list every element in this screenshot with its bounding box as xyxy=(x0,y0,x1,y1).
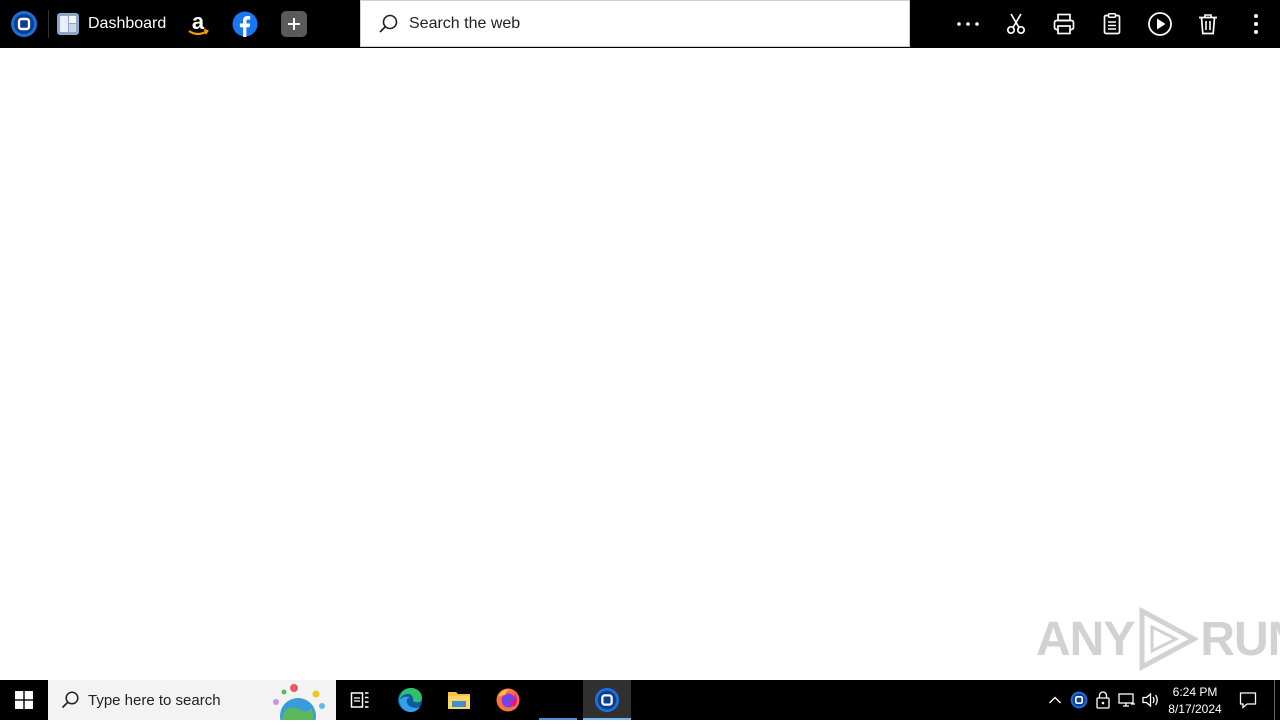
menu-button[interactable] xyxy=(1242,10,1270,38)
taskbar-search-box[interactable]: Type here to search xyxy=(48,680,336,725)
dashboard-icon xyxy=(56,12,80,36)
watermark-text-right: RUN xyxy=(1200,612,1280,666)
file-explorer-icon xyxy=(447,689,471,711)
amazon-favorite-button[interactable]: a xyxy=(184,10,212,38)
file-explorer-taskbar-button[interactable] xyxy=(435,680,483,720)
print-button[interactable] xyxy=(1050,10,1078,38)
plus-icon xyxy=(287,17,301,31)
page-content xyxy=(0,48,1280,680)
new-tab-button[interactable] xyxy=(281,11,307,37)
facebook-favorite-button[interactable] xyxy=(231,10,259,38)
start-button[interactable] xyxy=(0,680,48,720)
task-view-button[interactable] xyxy=(336,680,384,720)
tray-app-button[interactable] xyxy=(1068,680,1090,720)
edge-taskbar-button[interactable] xyxy=(386,680,434,720)
windows-taskbar: Type here to search 6:24 PM 8/17/2024 xyxy=(0,680,1280,725)
network-icon xyxy=(1118,692,1136,708)
firefox-icon xyxy=(495,687,521,713)
app-logo-icon xyxy=(594,687,620,713)
clock-time: 6:24 PM xyxy=(1172,685,1218,699)
web-search-box[interactable] xyxy=(360,0,910,47)
more-button[interactable] xyxy=(954,10,982,38)
tab-label: Dashboard xyxy=(88,15,167,32)
notification-icon xyxy=(1239,691,1257,709)
anyrun-watermark: ANY RUN xyxy=(1036,606,1280,672)
delete-button[interactable] xyxy=(1194,10,1222,38)
amazon-icon: a xyxy=(184,10,212,38)
running-window-button[interactable] xyxy=(537,680,579,720)
search-highlight-globe-icon xyxy=(260,682,332,725)
kebab-menu-icon xyxy=(1242,10,1270,38)
print-icon xyxy=(1052,12,1076,36)
trash-icon xyxy=(1196,12,1220,36)
search-icon xyxy=(60,690,80,710)
play-icon xyxy=(1147,11,1173,37)
svg-text:a: a xyxy=(192,10,205,34)
scissors-icon xyxy=(1004,12,1028,36)
volume-button[interactable] xyxy=(1140,680,1162,720)
toolbar-divider xyxy=(48,10,49,38)
windows-logo-icon xyxy=(15,691,33,709)
watermark-text-left: ANY xyxy=(1036,612,1135,666)
show-hidden-icons-button[interactable] xyxy=(1045,680,1065,720)
firefox-taskbar-button[interactable] xyxy=(484,680,532,720)
clock-date: 8/17/2024 xyxy=(1168,702,1222,716)
active-app-taskbar-button[interactable] xyxy=(583,680,631,720)
network-button[interactable] xyxy=(1116,680,1138,720)
taskbar-clock[interactable]: 6:24 PM 8/17/2024 xyxy=(1166,683,1224,719)
search-icon xyxy=(377,13,399,35)
clipboard-button[interactable] xyxy=(1098,10,1126,38)
tray-security-button[interactable] xyxy=(1093,680,1113,720)
volume-icon xyxy=(1141,692,1161,708)
play-button[interactable] xyxy=(1146,10,1174,38)
facebook-icon xyxy=(232,11,258,37)
tab-dashboard[interactable]: Dashboard xyxy=(56,10,166,38)
cut-button[interactable] xyxy=(1002,10,1030,38)
show-desktop-button[interactable] xyxy=(1274,680,1275,720)
more-icon xyxy=(954,10,982,38)
app-logo-icon xyxy=(1070,691,1088,709)
lock-icon xyxy=(1095,691,1111,709)
app-logo-icon[interactable] xyxy=(10,10,38,38)
taskbar-search-placeholder: Type here to search xyxy=(88,691,221,709)
edge-icon xyxy=(397,687,423,713)
browser-top-bar: Dashboard a xyxy=(0,0,1280,48)
play-triangle-icon xyxy=(1136,607,1199,671)
chevron-up-icon xyxy=(1048,695,1062,705)
action-center-button[interactable] xyxy=(1232,680,1264,720)
clipboard-icon xyxy=(1100,12,1124,36)
web-search-input[interactable] xyxy=(409,14,889,33)
task-view-icon xyxy=(350,690,370,710)
